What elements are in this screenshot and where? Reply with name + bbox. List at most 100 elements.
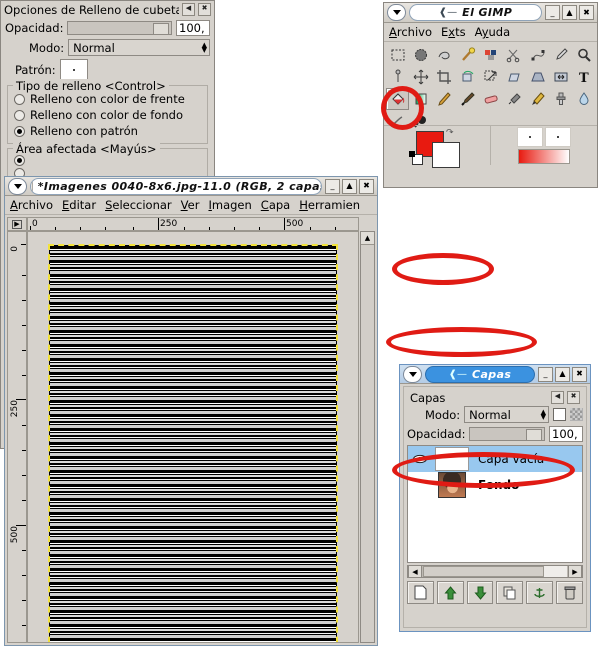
toolbox-titlebar[interactable]: ❰— El GIMP _ ▲ ✖	[384, 3, 597, 23]
opacity-value[interactable]: 100,	[176, 20, 210, 36]
close-icon[interactable]: ✖	[572, 366, 587, 382]
anchor-layer-button[interactable]	[526, 581, 554, 604]
perspective-tool[interactable]	[526, 66, 549, 88]
delete-layer-button[interactable]	[556, 581, 583, 604]
raise-layer-button[interactable]	[436, 581, 464, 604]
opacity-slider[interactable]	[67, 21, 172, 35]
shade-icon[interactable]: ▲	[562, 5, 577, 20]
minimize-icon[interactable]: _	[325, 178, 340, 194]
radio-fill-pattern[interactable]: Relleno con patrón	[14, 124, 203, 138]
measure-tool[interactable]	[386, 66, 409, 88]
vertical-ruler: 0 250 500	[7, 231, 27, 643]
close-icon[interactable]: ✖	[579, 5, 594, 20]
table-row[interactable]: Fondo	[408, 472, 582, 498]
rect-select-tool[interactable]	[386, 44, 409, 66]
minimize-icon[interactable]: _	[538, 366, 553, 382]
background-color-swatch[interactable]	[432, 142, 460, 168]
layer-mode-row: Modo: Normal ▲ ▼	[407, 406, 583, 423]
tool-grid: T	[384, 42, 597, 132]
affected-area-option-a[interactable]	[14, 155, 203, 166]
layer-mode-dropdown[interactable]: Normal ▲ ▼	[464, 406, 549, 423]
eraser-tool[interactable]	[479, 88, 502, 110]
layer-opacity-value[interactable]: 100,	[549, 426, 583, 442]
window-menu-button[interactable]	[387, 4, 406, 21]
bucket-fill-tool[interactable]	[386, 88, 410, 110]
radio-fill-background[interactable]: Relleno con color de fondo	[14, 108, 203, 122]
menu-ayuda[interactable]: Ayuda	[475, 25, 511, 39]
scissors-select-tool[interactable]	[503, 44, 526, 66]
zoom-tool[interactable]	[573, 44, 596, 66]
scroll-track[interactable]	[422, 566, 568, 577]
reset-colors-icon[interactable]	[409, 151, 423, 165]
window-menu-button[interactable]	[8, 177, 27, 195]
layer-opacity-slider[interactable]	[469, 427, 545, 441]
paintbrush-tool[interactable]	[456, 88, 479, 110]
dock-close-icon[interactable]: ✖	[567, 391, 580, 404]
blend-gradient-tool[interactable]	[409, 88, 432, 110]
layer-list[interactable]: Capa vacía Fondo	[407, 445, 583, 563]
close-icon[interactable]: ✖	[359, 178, 374, 194]
table-row[interactable]: Capa vacía	[408, 446, 582, 472]
fuzzy-select-tool[interactable]	[433, 44, 456, 66]
move-tool[interactable]	[409, 66, 432, 88]
menu-herramientas[interactable]: Herramien	[299, 198, 360, 212]
menu-archivo[interactable]: Archivo	[389, 25, 432, 39]
magic-wand-tool[interactable]	[456, 44, 479, 66]
active-brush-indicator[interactable]	[517, 127, 543, 147]
pattern-preview-button[interactable]	[59, 59, 88, 81]
menu-imagen[interactable]: Imagen	[208, 198, 251, 212]
scroll-right-icon[interactable]: ▶	[568, 565, 582, 578]
minimize-icon[interactable]: _	[545, 5, 560, 20]
menu-editar[interactable]: Editar	[62, 198, 96, 212]
canvas-vertical-scrollbar[interactable]: ▲	[360, 231, 375, 643]
airbrush-tool[interactable]	[503, 88, 526, 110]
free-select-tool[interactable]	[409, 44, 432, 66]
duplicate-layer-button[interactable]	[496, 581, 524, 604]
image-canvas[interactable]	[27, 231, 359, 643]
eye-icon-hidden[interactable]	[408, 474, 432, 496]
layer-list-hscrollbar[interactable]: ◀ ▶	[407, 565, 583, 578]
pencil-tool[interactable]	[433, 88, 456, 110]
menu-archivo[interactable]: Archivo	[10, 198, 53, 212]
pattern-filled-selection[interactable]	[48, 244, 338, 642]
scale-tool[interactable]	[479, 66, 502, 88]
mode-dropdown[interactable]: Normal ▲ ▼	[68, 39, 210, 56]
quickmask-toggle[interactable]: ▶	[7, 217, 27, 231]
flip-tool[interactable]	[549, 66, 572, 88]
window-menu-button[interactable]	[403, 365, 422, 383]
active-pattern-indicator[interactable]	[545, 127, 571, 147]
scroll-up-icon[interactable]: ▲	[361, 232, 374, 245]
scroll-thumb[interactable]	[423, 566, 544, 577]
color-picker-tool[interactable]	[549, 44, 572, 66]
shade-icon[interactable]: ▲	[342, 178, 357, 194]
layer-mode-value: Normal	[469, 407, 511, 422]
crop-tool[interactable]	[433, 66, 456, 88]
menu-seleccionar[interactable]: Seleccionar	[105, 198, 172, 212]
lock-alpha-checkbox[interactable]	[553, 408, 566, 421]
dock-close-icon[interactable]: ✖	[198, 3, 211, 16]
text-tool[interactable]: T	[573, 66, 596, 88]
active-gradient-indicator[interactable]	[518, 149, 570, 164]
dock-menu-icon[interactable]: ◀	[182, 3, 195, 16]
dock-menu-icon[interactable]: ◀	[551, 391, 564, 404]
shear-tool[interactable]	[503, 66, 526, 88]
scroll-left-icon[interactable]: ◀	[408, 565, 422, 578]
new-layer-button[interactable]	[407, 581, 434, 604]
lower-layer-button[interactable]	[466, 581, 494, 604]
menu-capa[interactable]: Capa	[261, 198, 290, 212]
image-titlebar[interactable]: *Imagenes 0040-8x6.jpg-11.0 (RGB, 2 capa…	[5, 177, 377, 196]
rotate-tool[interactable]	[456, 66, 479, 88]
menu-exts[interactable]: Exts	[441, 25, 466, 39]
clone-tool[interactable]	[549, 88, 572, 110]
swap-colors-icon[interactable]: ↷	[446, 128, 454, 138]
paths-tool[interactable]	[526, 44, 549, 66]
shade-icon[interactable]: ▲	[555, 366, 570, 382]
radio-fill-foreground[interactable]: Relleno con color de frente	[14, 92, 203, 106]
blur-tool[interactable]	[573, 88, 596, 110]
eye-icon[interactable]	[408, 448, 432, 470]
layers-titlebar[interactable]: ❰— Capas _ ▲ ✖	[400, 365, 590, 384]
color-swatch-area[interactable]: ↷	[384, 126, 490, 168]
ink-tool[interactable]	[526, 88, 549, 110]
menu-ver[interactable]: Ver	[181, 198, 200, 212]
by-color-select-tool[interactable]	[479, 44, 502, 66]
